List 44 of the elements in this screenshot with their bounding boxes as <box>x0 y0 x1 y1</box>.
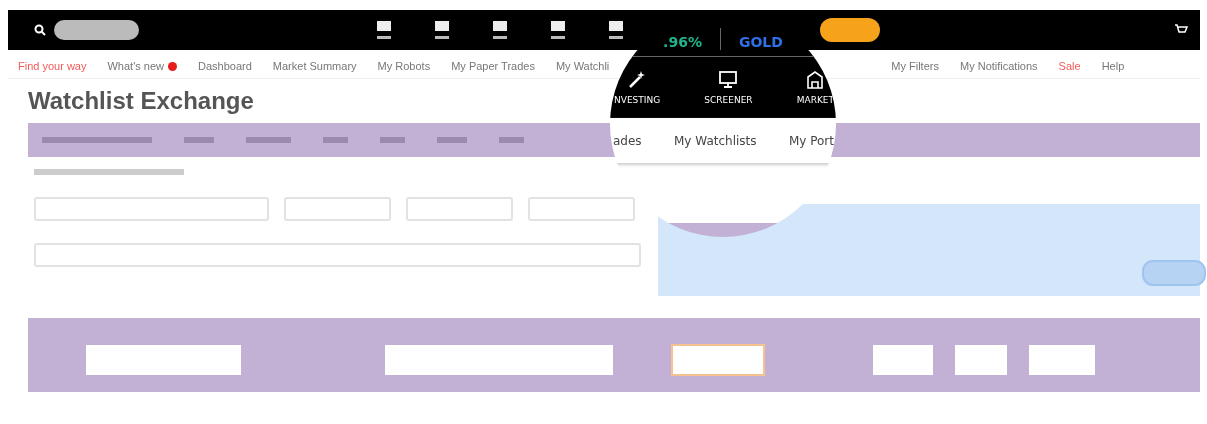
search-icon[interactable] <box>34 24 46 36</box>
building-icon <box>806 71 825 89</box>
ticker-symbol: GOLD <box>738 34 783 50</box>
title-field[interactable] <box>34 243 641 267</box>
nav-link[interactable]: My Filters <box>891 60 939 72</box>
page-title: Watchlist Exchange <box>28 87 254 115</box>
upgrade-button[interactable] <box>820 18 880 42</box>
highlighted-select-field[interactable] <box>671 344 765 376</box>
ticker-change: .96% <box>663 34 702 50</box>
nav-link[interactable]: Find your way <box>18 60 87 72</box>
select-field[interactable] <box>1029 345 1095 375</box>
select-field[interactable] <box>34 197 269 221</box>
monitor-icon <box>719 71 738 89</box>
select-field[interactable] <box>873 345 933 375</box>
nav-link[interactable]: My Paper Trades <box>451 60 535 72</box>
search-field[interactable] <box>54 20 139 40</box>
input-field[interactable] <box>284 197 391 221</box>
menu-item[interactable]: NVESTING <box>614 71 661 105</box>
select-field[interactable] <box>528 197 635 221</box>
input-field[interactable] <box>406 197 513 221</box>
nav-link[interactable]: Market Summary <box>272 60 357 72</box>
nav-link[interactable]: My Watchli <box>555 60 610 72</box>
toolbar-icon[interactable] <box>551 21 565 39</box>
nav-link[interactable]: My Notifications <box>959 60 1038 72</box>
nav-link[interactable]: My Robots <box>377 60 431 72</box>
menu-item[interactable]: MARKET <box>796 71 834 105</box>
toggle-button[interactable] <box>1142 260 1206 286</box>
wand-icon <box>628 71 647 89</box>
author-search-field[interactable] <box>86 345 241 375</box>
toolbar-icon[interactable] <box>493 21 507 39</box>
toolbar-icon[interactable] <box>609 21 623 39</box>
nav-link[interactable]: My Port <box>788 133 834 148</box>
nav-link[interactable]: Dashboard <box>198 60 252 72</box>
select-field[interactable] <box>955 345 1007 375</box>
nav-link[interactable]: ades <box>613 133 642 148</box>
nav-link[interactable]: Sale <box>1058 60 1081 72</box>
nav-link[interactable]: What's new <box>107 60 177 72</box>
toolbar-icon[interactable] <box>435 21 449 39</box>
notification-dot <box>168 61 177 71</box>
toolbar-icon[interactable] <box>377 21 391 39</box>
nav-link[interactable]: Help <box>1101 60 1125 72</box>
title-search-field[interactable] <box>385 345 613 375</box>
nav-link[interactable]: My Watchlists <box>674 133 757 148</box>
menu-item[interactable]: SCREENER <box>704 71 753 105</box>
